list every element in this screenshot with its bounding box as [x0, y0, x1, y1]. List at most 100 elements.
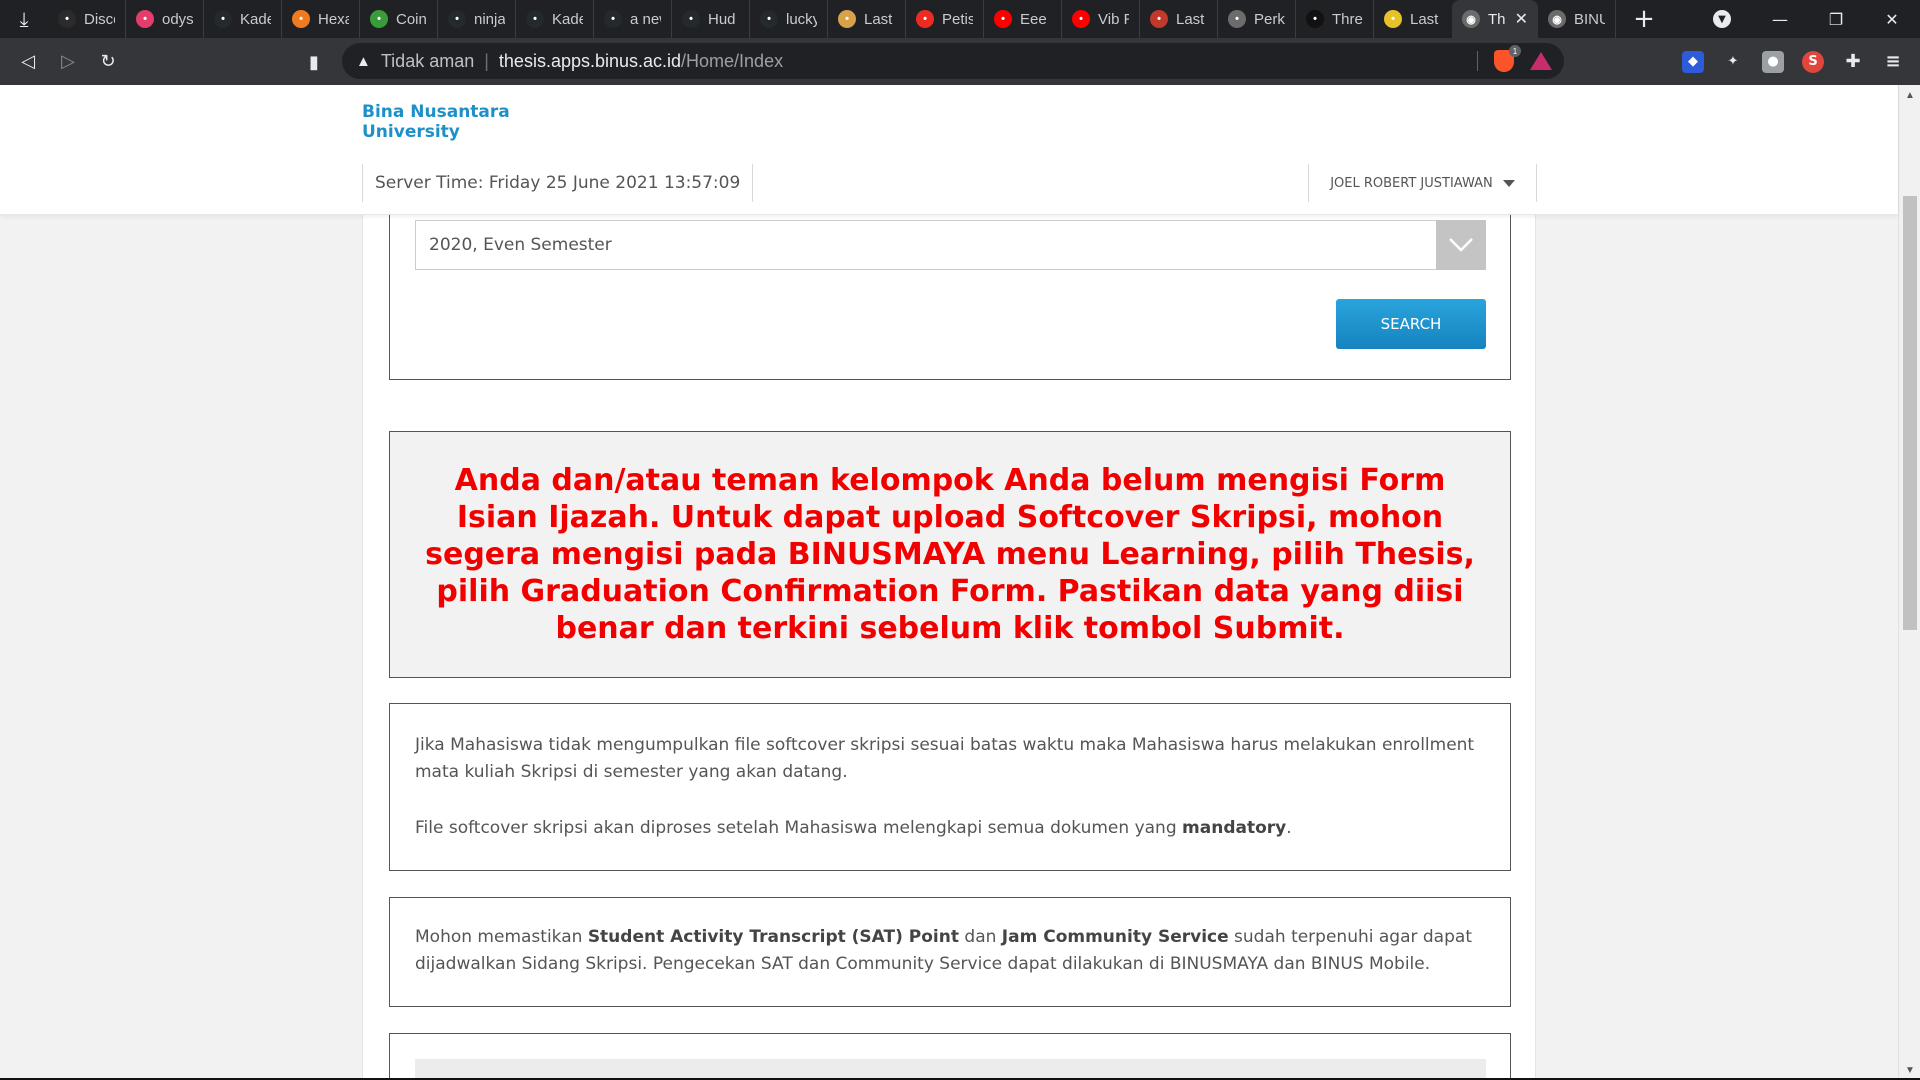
bitwarden-icon[interactable]: ◆	[1682, 50, 1704, 73]
tab[interactable]: • KadeI	[516, 0, 594, 38]
scroll-up-arrow[interactable]: ▲	[1899, 85, 1920, 105]
download-icon[interactable]: ⤓	[0, 0, 48, 38]
main-content: 2020, Even Semester SEARCH Anda dan/atau…	[362, 85, 1536, 1080]
chevron-down-icon: ▼	[1713, 10, 1731, 28]
github-icon: •	[604, 10, 622, 28]
tab-title: Hexag	[318, 10, 349, 28]
tab-title: Perke	[1254, 10, 1285, 28]
tab-title: Last F	[1410, 10, 1442, 28]
tab[interactable]: • Hexag	[282, 0, 360, 38]
site-header: Bina Nusantara University Server Time: F…	[0, 85, 1898, 215]
close-window-button[interactable]: ✕	[1864, 0, 1920, 38]
alert-panel: Anda dan/atau teman kelompok Anda belum …	[389, 431, 1511, 678]
back-button[interactable]: ◁	[8, 42, 48, 82]
info-panel: Jika Mahasiswa tidak mengumpulkan file s…	[389, 703, 1511, 871]
tab-active[interactable]: ◉ Th ✕	[1452, 0, 1538, 38]
tab[interactable]: • lucky	[750, 0, 828, 38]
tab[interactable]: • Last F	[1140, 0, 1218, 38]
address-bar[interactable]: ▲ Tidak aman | thesis.apps.binus.ac.id /…	[342, 43, 1564, 79]
tab[interactable]: • Hud &	[672, 0, 750, 38]
game-icon: •	[1150, 10, 1168, 28]
tab-title: Vib R	[1098, 10, 1129, 28]
maximize-button[interactable]: ❐	[1808, 0, 1864, 38]
github-icon: •	[682, 10, 700, 28]
tab-title: KadeI	[552, 10, 583, 28]
close-tab-icon[interactable]: ✕	[1515, 9, 1528, 29]
binus-logo[interactable]: Bina Nusantara University	[362, 102, 510, 142]
info-bold: mandatory	[1182, 818, 1287, 838]
tab-title: odyse	[162, 10, 193, 28]
hexagon-icon: •	[292, 10, 310, 28]
tab-title: BINU	[1574, 10, 1605, 28]
puzzle-icon[interactable]: ✚	[1842, 51, 1864, 73]
youtube-icon: •	[1072, 10, 1090, 28]
sat-panel: Mohon memastikan Student Activity Transc…	[389, 897, 1511, 1007]
menu-icon[interactable]: ≡	[1882, 51, 1904, 73]
triangle-icon: •	[1306, 10, 1324, 28]
tab[interactable]: • Kade	[204, 0, 282, 38]
browser-toolbar: ◁ ▷ ↻ ▮ ▲ Tidak aman | thesis.apps.binus…	[0, 38, 1920, 85]
logo-line: Bina Nusantara	[362, 102, 510, 122]
semester-select[interactable]: 2020, Even Semester	[415, 220, 1486, 270]
tab[interactable]: • CoinT	[360, 0, 438, 38]
tab[interactable]: • a new	[594, 0, 672, 38]
tab-binus[interactable]: ◉ BINU	[1538, 0, 1616, 38]
change-org-icon: •	[916, 10, 934, 28]
tab[interactable]: • Eee -	[984, 0, 1062, 38]
extension-icon[interactable]: ●	[1762, 50, 1784, 73]
info-paragraph: Jika Mahasiswa tidak mengumpulkan file s…	[415, 735, 1475, 782]
new-tab-button[interactable]: +	[1622, 0, 1666, 38]
user-name: JOEL ROBERT JUSTIAWAN	[1330, 175, 1493, 191]
tab[interactable]: • odyse	[126, 0, 204, 38]
bookmark-icon[interactable]: ▮	[296, 42, 332, 82]
tab-title: a new	[630, 10, 661, 28]
tab[interactable]: • Disco	[48, 0, 126, 38]
tab[interactable]: • Vib R	[1062, 0, 1140, 38]
brave-rewards-icon[interactable]	[1530, 52, 1552, 70]
tab[interactable]: • ninjan	[438, 0, 516, 38]
search-button[interactable]: SEARCH	[1336, 299, 1486, 349]
semester-value: 2020, Even Semester	[429, 235, 612, 255]
tab-title: Disco	[84, 10, 115, 28]
minimize-button[interactable]: —	[1752, 0, 1808, 38]
epic-games-icon: •	[58, 10, 76, 28]
tab-search-button[interactable]: ▼	[1692, 10, 1752, 28]
scroll-down-arrow[interactable]: ▼	[1899, 1060, 1920, 1080]
banana-icon: •	[1384, 10, 1402, 28]
caret-down-icon	[1502, 179, 1515, 187]
forward-button[interactable]: ▷	[48, 42, 88, 82]
chevron-down-icon[interactable]	[1436, 220, 1486, 270]
logo-line: University	[362, 122, 460, 142]
extension-icon[interactable]: ✦	[1722, 51, 1744, 73]
tree-icon: •	[370, 10, 388, 28]
browser-tab-strip: ⤓ • Disco • odyse • Kade • Hexag • CoinT • ninjan • K…	[0, 0, 1920, 38]
warning-icon: ▲	[356, 52, 371, 70]
address-separator: |	[484, 50, 489, 71]
info-paragraph: File softcover skripsi akan diproses set…	[415, 815, 1485, 842]
tab[interactable]: • Three	[1296, 0, 1374, 38]
shields-count: 1	[1509, 45, 1521, 57]
panel-placeholder	[415, 1059, 1486, 1080]
sat-text: Mohon memastikan	[415, 927, 588, 947]
user-menu[interactable]: JOEL ROBERT JUSTIAWAN	[1308, 164, 1537, 202]
tab[interactable]: • Perke	[1218, 0, 1296, 38]
next-panel	[389, 1033, 1511, 1080]
tab[interactable]: • Petisi	[906, 0, 984, 38]
brave-shields-icon[interactable]: 1	[1494, 45, 1521, 72]
tab-title: Petisi	[942, 10, 973, 28]
url-path: /Home/Index	[681, 50, 784, 71]
reload-button[interactable]: ↻	[88, 42, 128, 82]
server-time: Server Time: Friday 25 June 2021 13:57:0…	[362, 164, 754, 202]
extension-s-icon[interactable]: S	[1802, 50, 1824, 73]
tab[interactable]: • Last F	[828, 0, 906, 38]
scrollbar-thumb[interactable]	[1903, 196, 1917, 630]
page-scrollbar[interactable]: ▲ ▼	[1898, 85, 1920, 1080]
window-controls: ▼ — ❐ ✕	[1692, 0, 1920, 38]
tab-list: • Disco • odyse • Kade • Hexag • CoinT • ninjan • Kad…	[48, 0, 1452, 38]
tab-title: Three	[1332, 10, 1363, 28]
sat-text: dan	[959, 927, 1002, 947]
tab[interactable]: • Last F	[1374, 0, 1452, 38]
tab-title: Eee -	[1020, 10, 1051, 28]
tab-title: CoinT	[396, 10, 427, 28]
github-icon: •	[448, 10, 466, 28]
